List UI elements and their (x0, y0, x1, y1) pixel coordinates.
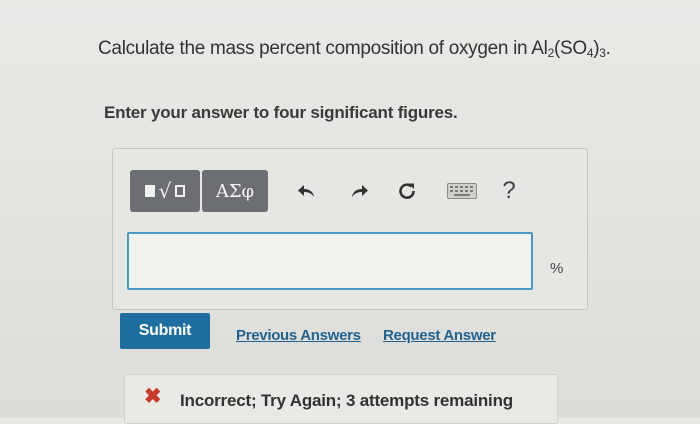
x-icon: ✖ (144, 385, 162, 408)
undo-button[interactable] (292, 170, 322, 212)
radical-icon: √ (158, 179, 172, 203)
request-answer-link[interactable]: Request Answer (383, 327, 496, 344)
templates-sqrt-icon (144, 185, 155, 197)
box-icon (175, 185, 186, 197)
help-button[interactable]: ? (494, 170, 524, 212)
instruction-text: Enter your answer to four significant fi… (104, 103, 458, 122)
math-toolbar: √ ΑΣφ ? (130, 170, 530, 212)
question-mid: (SO (553, 38, 587, 59)
keyboard-icon (447, 183, 477, 199)
reset-button[interactable] (392, 170, 422, 212)
question-prefix: Calculate the mass percent composition o… (98, 38, 548, 59)
redo-button[interactable] (344, 170, 374, 212)
answer-input[interactable] (127, 232, 533, 290)
undo-icon (298, 185, 314, 197)
keyboard-button[interactable] (442, 170, 482, 212)
redo-icon (352, 185, 368, 197)
previous-answers-link[interactable]: Previous Answers (236, 327, 361, 344)
submit-button[interactable]: Submit (120, 313, 210, 349)
question-text: Calculate the mass percent composition o… (98, 38, 611, 60)
templates-button[interactable]: √ (130, 170, 200, 212)
greek-symbols-button[interactable]: ΑΣφ (202, 170, 268, 212)
feedback-text: Incorrect; Try Again; 3 attempts remaini… (180, 391, 513, 410)
reset-icon (399, 183, 415, 199)
question-end: . (605, 38, 611, 59)
unit-label: % (550, 260, 564, 277)
